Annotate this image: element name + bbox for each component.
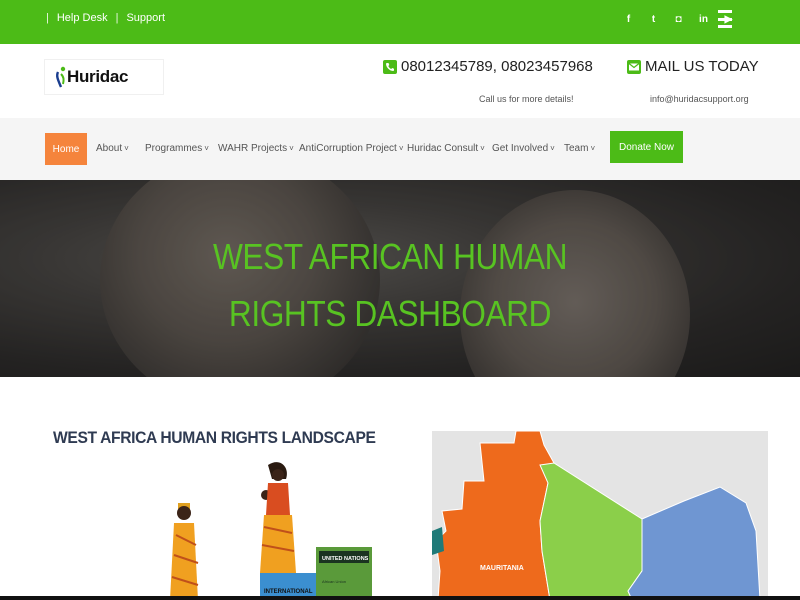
chevron-down-icon: ˅ xyxy=(480,144,485,153)
nav-item-label: Huridac Consult xyxy=(407,143,479,154)
logo[interactable]: Huridac xyxy=(45,60,163,94)
help-desk-link[interactable]: Help Desk xyxy=(57,12,108,24)
phone-numbers[interactable]: 08012345789, 08023457968 xyxy=(401,58,593,75)
section-title: WEST AFRICA HUMAN RIGHTS LANDSCAPE xyxy=(53,428,376,447)
site-header: Huridac xyxy=(0,44,800,118)
top-bar: | Help Desk | Support f t ◘ in ▶ xyxy=(0,0,800,44)
mail-block: MAIL US TODAY xyxy=(627,58,759,75)
twitter-icon[interactable]: t xyxy=(648,13,659,26)
phone-icon xyxy=(383,59,397,74)
chevron-down-icon: ˅ xyxy=(590,144,596,153)
west-africa-map[interactable]: MAURITANIA xyxy=(432,431,768,600)
nav-item-huridac-consult[interactable]: Huridac Consult ˅ xyxy=(407,143,485,154)
email-address[interactable]: info@huridacsupport.org xyxy=(650,94,749,104)
nav-item-label: WAHR Projects xyxy=(218,143,288,154)
separator: | xyxy=(115,12,119,24)
hero-title-line-1: WEST AFRICAN HUMAN xyxy=(212,236,568,277)
linkedin-icon[interactable]: in xyxy=(698,13,709,26)
hero-banner: WEST AFRICAN HUMAN RIGHTS DASHBOARD xyxy=(0,180,800,377)
nav-home[interactable]: Home xyxy=(45,133,87,165)
top-links: | Help Desk | Support xyxy=(46,12,165,24)
support-link[interactable]: Support xyxy=(126,12,165,24)
chevron-down-icon: ˅ xyxy=(550,144,555,153)
nav-item-label: Team xyxy=(564,143,589,154)
hamburger-menu-icon[interactable] xyxy=(718,10,732,28)
hero-title-line-2: RIGHTS DASHBOARD xyxy=(228,293,552,334)
nav-item-about[interactable]: About ˅ xyxy=(96,143,129,154)
map-label-mauritania[interactable]: MAURITANIA xyxy=(480,565,524,572)
separator: | xyxy=(46,12,49,24)
instagram-icon[interactable]: ◘ xyxy=(673,13,684,26)
nav-item-label: Programmes xyxy=(145,143,203,154)
facebook-icon[interactable]: f xyxy=(623,13,634,26)
nav-item-label: About xyxy=(96,143,123,154)
nav-item-get-involved[interactable]: Get Involved ˅ xyxy=(492,143,555,154)
international-label: INTERNATIONAL xyxy=(264,589,313,595)
chevron-down-icon: ˅ xyxy=(289,144,294,153)
phone-block: 08012345789, 08023457968 xyxy=(383,58,593,75)
logo-mark-icon xyxy=(56,66,66,88)
united-nations-label: UNITED NATIONS xyxy=(322,556,369,562)
chevron-down-icon: ˅ xyxy=(124,144,129,153)
nav-item-programmes[interactable]: Programmes ˅ xyxy=(145,143,209,154)
logo-text: Huridac xyxy=(67,67,129,86)
nav-item-label: AntiCorruption Project xyxy=(299,143,397,154)
nav-item-anticorruption[interactable]: AntiCorruption Project ˅ xyxy=(299,143,404,154)
phone-subtext: Call us for more details! xyxy=(479,94,574,104)
chevron-down-icon: ˅ xyxy=(398,144,404,153)
mail-us-link[interactable]: MAIL US TODAY xyxy=(645,58,759,75)
nav-item-label: Get Involved xyxy=(492,143,549,154)
human-rights-illustration: INTERNATIONAL UNITED NATIONS African Uni… xyxy=(170,462,372,600)
donate-button[interactable]: Donate Now xyxy=(610,131,683,163)
bottom-divider xyxy=(0,596,800,600)
mail-icon xyxy=(627,59,641,74)
nav-item-wahr-projects[interactable]: WAHR Projects ˅ xyxy=(218,143,294,154)
chevron-down-icon: ˅ xyxy=(204,144,209,153)
nav-item-team[interactable]: Team ˅ xyxy=(564,143,595,154)
african-union-label: African Union xyxy=(322,579,346,584)
main-nav: Home About ˅ Programmes ˅ WAHR Projects ˅ A… xyxy=(0,118,800,180)
